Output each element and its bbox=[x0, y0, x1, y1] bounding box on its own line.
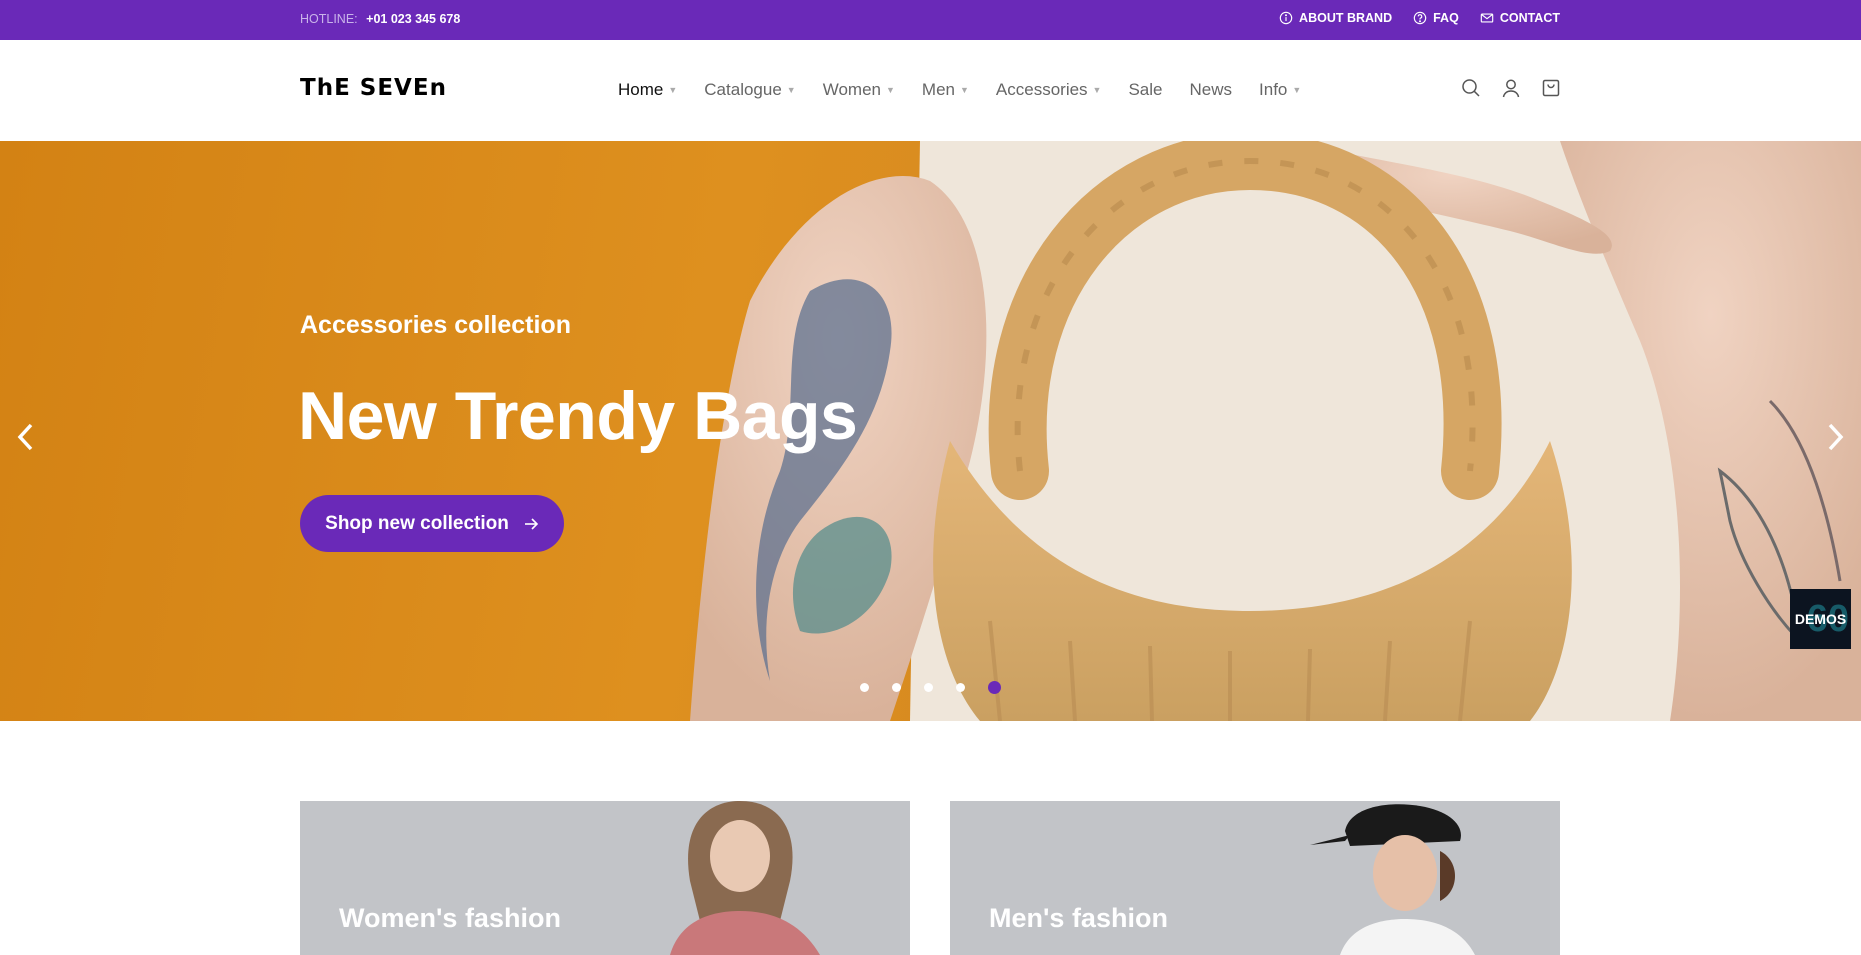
nav-item-news[interactable]: News bbox=[1190, 80, 1233, 100]
hero-title: New Trendy Bags bbox=[298, 378, 858, 454]
faq-link[interactable]: FAQ bbox=[1413, 11, 1459, 25]
hotline-label: HOTLINE: bbox=[300, 12, 358, 26]
nav-item-label: Catalogue bbox=[704, 80, 782, 99]
category-card-women[interactable]: Women's fashion bbox=[300, 801, 910, 955]
nav-item-accessories[interactable]: Accessories ▼ bbox=[996, 80, 1102, 100]
hotline: HOTLINE: +01 023 345 678 bbox=[300, 12, 460, 26]
about-brand-label: ABOUT BRAND bbox=[1299, 11, 1393, 25]
shop-new-collection-button[interactable]: Shop new collection bbox=[300, 495, 564, 552]
top-bar: HOTLINE: +01 023 345 678 ABOUT BRAND FAQ… bbox=[0, 0, 1861, 40]
site-header: ThE SEVEn Home ▼ Catalogue ▼ Women ▼ Men ▼ A… bbox=[0, 40, 1861, 141]
demos-label: DEMOS bbox=[1794, 611, 1847, 627]
nav-item-label: Women bbox=[822, 80, 881, 99]
faq-label: FAQ bbox=[1433, 11, 1459, 25]
slider-dot[interactable] bbox=[956, 683, 965, 692]
hero-image bbox=[690, 141, 1861, 721]
search-icon[interactable] bbox=[1461, 78, 1481, 98]
nav-item-info[interactable]: Info ▼ bbox=[1259, 80, 1301, 100]
nav-item-label: Men bbox=[921, 80, 955, 99]
slider-dot-active[interactable] bbox=[988, 681, 1001, 694]
women-fashion-image bbox=[670, 801, 820, 955]
chevron-down-icon: ▼ bbox=[959, 85, 969, 95]
mail-icon bbox=[1480, 13, 1494, 23]
info-icon bbox=[1279, 11, 1293, 25]
nav-item-label: Home bbox=[618, 80, 664, 99]
slider-dot[interactable] bbox=[924, 683, 933, 692]
chevron-down-icon: ▼ bbox=[885, 85, 895, 95]
cart-icon[interactable] bbox=[1541, 78, 1561, 98]
nav-item-sale[interactable]: Sale bbox=[1128, 80, 1162, 100]
contact-label: CONTACT bbox=[1499, 11, 1560, 25]
chevron-down-icon: ▼ bbox=[1292, 85, 1302, 95]
chevron-down-icon: ▼ bbox=[1092, 85, 1102, 95]
category-card-men[interactable]: Men's fashion bbox=[950, 801, 1560, 955]
arrow-right-icon bbox=[524, 517, 538, 530]
cta-label: Shop new collection bbox=[325, 512, 509, 534]
demos-button[interactable]: 60 DEMOS bbox=[1790, 589, 1851, 649]
top-links: ABOUT BRAND FAQ CONTACT bbox=[1279, 11, 1560, 25]
nav-item-men[interactable]: Men ▼ bbox=[922, 80, 969, 100]
slider-dot[interactable] bbox=[860, 683, 869, 692]
nav-item-label: Sale bbox=[1128, 80, 1163, 99]
user-icon[interactable] bbox=[1501, 78, 1521, 98]
hero-slider: Accessories collection New Trendy Bags S… bbox=[0, 141, 1861, 721]
slider-pagination bbox=[860, 681, 1001, 694]
about-brand-link[interactable]: ABOUT BRAND bbox=[1279, 11, 1392, 25]
men-fashion-image bbox=[1310, 804, 1475, 955]
chevron-right-icon bbox=[1828, 423, 1844, 451]
chevron-left-icon bbox=[17, 423, 33, 451]
nav-item-label: News bbox=[1189, 80, 1233, 99]
main-nav: Home ▼ Catalogue ▼ Women ▼ Men ▼ Accessories… bbox=[618, 80, 1328, 100]
hero-subtitle: Accessories collection bbox=[300, 311, 571, 339]
women-fashion-label: Women's fashion bbox=[339, 903, 561, 933]
nav-item-home[interactable]: Home ▼ bbox=[618, 80, 677, 100]
site-logo[interactable]: ThE SEVEn bbox=[300, 75, 447, 101]
men-fashion-label: Men's fashion bbox=[989, 903, 1168, 933]
chevron-down-icon: ▼ bbox=[786, 85, 796, 95]
help-icon bbox=[1413, 11, 1427, 25]
slider-dot[interactable] bbox=[892, 683, 901, 692]
nav-item-catalogue[interactable]: Catalogue ▼ bbox=[704, 80, 795, 100]
chevron-down-icon: ▼ bbox=[668, 85, 678, 95]
nav-item-label: Accessories bbox=[995, 80, 1088, 99]
slider-next-arrow[interactable] bbox=[1823, 419, 1849, 455]
hotline-number[interactable]: +01 023 345 678 bbox=[366, 12, 460, 26]
header-actions bbox=[1461, 78, 1561, 98]
nav-item-label: Info bbox=[1259, 80, 1288, 99]
slider-prev-arrow[interactable] bbox=[12, 419, 38, 455]
nav-item-women[interactable]: Women ▼ bbox=[823, 80, 895, 100]
contact-link[interactable]: CONTACT bbox=[1480, 11, 1560, 25]
